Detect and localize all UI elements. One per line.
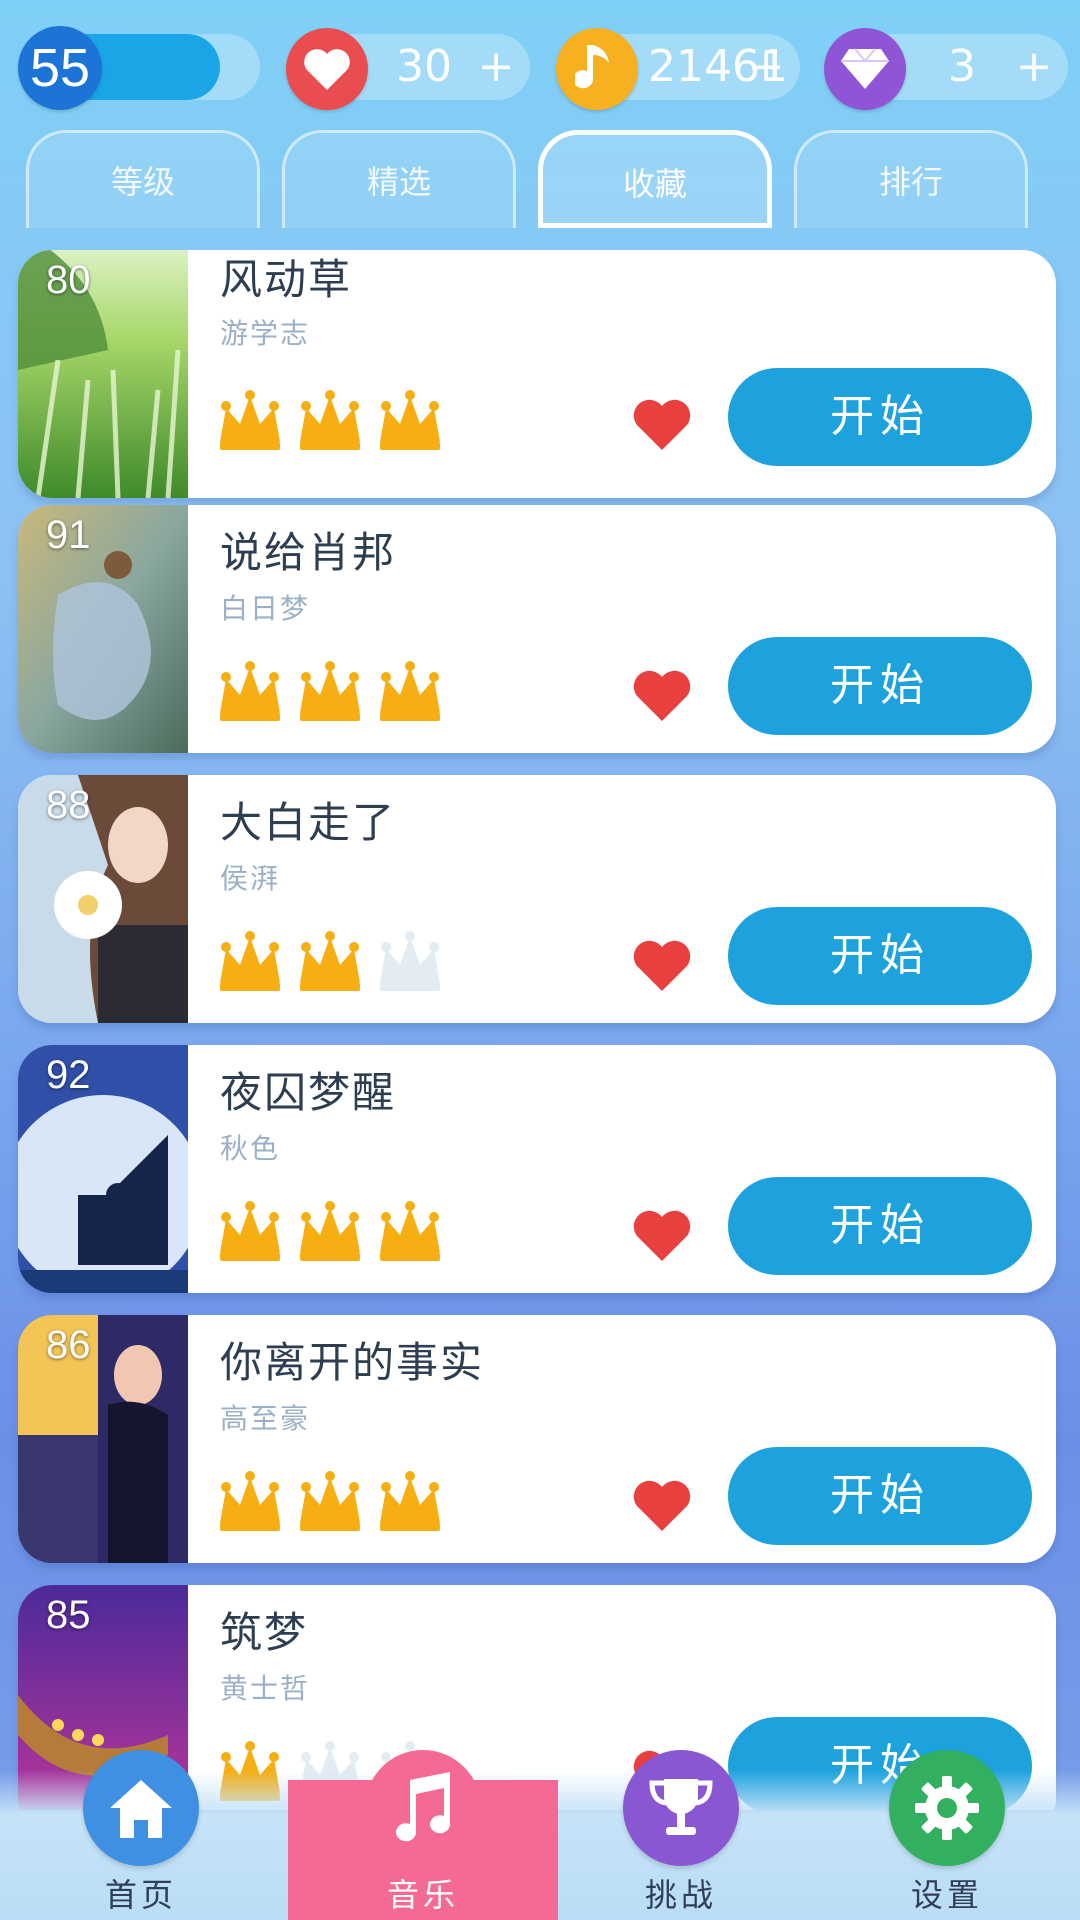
tab-level[interactable]: 等级 (26, 130, 260, 228)
song-number: 80 (46, 258, 91, 302)
crown-filled-icon (296, 661, 364, 723)
song-cover: 92 (18, 1045, 203, 1293)
heart-icon (286, 28, 368, 110)
favorite-heart-icon[interactable] (632, 669, 692, 723)
diamond-icon (824, 28, 906, 110)
song-artist: 秋色 (220, 1132, 281, 1165)
music-note-icon (556, 28, 638, 110)
start-button[interactable]: 开始 (728, 1447, 1032, 1545)
gems-pill: 3 + (824, 28, 1068, 110)
song-artist: 高至豪 (220, 1402, 311, 1435)
song-number: 88 (46, 783, 91, 827)
crown-filled-icon (216, 1201, 284, 1263)
crown-filled-icon (376, 390, 444, 452)
song-number: 92 (46, 1053, 91, 1097)
song-number: 85 (46, 1593, 91, 1637)
start-button[interactable]: 开始 (728, 1177, 1032, 1275)
nav-home-label: 首页 (104, 1876, 177, 1914)
crown-filled-icon (216, 661, 284, 723)
notes-value: 21461 (648, 41, 788, 92)
hearts-value: 30 (396, 41, 452, 92)
song-cover: 88 (18, 775, 188, 1023)
nav-home[interactable]: 首页 (26, 1750, 256, 1920)
song-number: 91 (46, 513, 91, 557)
crown-filled-icon (376, 661, 444, 723)
favorite-heart-icon[interactable] (632, 939, 692, 993)
start-button[interactable]: 开始 (728, 907, 1032, 1005)
add-hearts-button[interactable]: + (476, 34, 516, 100)
crown-filled-icon (376, 1201, 444, 1263)
category-tabs: 等级 精选 收藏 排行 (26, 130, 1056, 230)
song-card: 80 风动草 游学志 开始 (18, 250, 1056, 498)
nav-challenge[interactable]: 挑战 (566, 1750, 796, 1920)
start-button[interactable]: 开始 (728, 368, 1032, 466)
crown-filled-icon (216, 931, 284, 993)
gear-icon (889, 1750, 1005, 1866)
song-title: 夜囚梦醒 (220, 1068, 397, 1117)
level-value: 55 (29, 38, 91, 98)
crown-filled-icon (216, 390, 284, 452)
nav-settings[interactable]: 设置 (832, 1750, 1062, 1920)
add-notes-button[interactable]: + (746, 34, 786, 100)
crown-filled-icon (296, 1201, 364, 1263)
level-badge: 55 (18, 26, 102, 110)
favorite-heart-icon[interactable] (632, 398, 692, 452)
crown-empty-icon (376, 931, 444, 993)
trophy-icon (623, 1750, 739, 1866)
song-artist: 黄士哲 (220, 1672, 311, 1705)
nav-settings-label: 设置 (910, 1876, 983, 1914)
song-artist: 白日梦 (220, 592, 311, 625)
music-note-icon (365, 1750, 481, 1866)
nav-challenge-label: 挑战 (644, 1876, 717, 1914)
bottom-nav: 首页 音乐 挑战 设置 (0, 1750, 1080, 1920)
song-title: 大白走了 (220, 798, 397, 847)
app-screen: 55 30 + 21461 + 3 + 等级 精选 收藏 排行 80 风动草 游… (0, 0, 1080, 1920)
song-card: 92 夜囚梦醒 秋色 开始 (18, 1045, 1056, 1293)
song-card: 88 大白走了 侯湃 开始 (18, 775, 1056, 1023)
song-artist: 游学志 (220, 317, 311, 350)
song-cover: 80 (18, 250, 188, 498)
notes-pill: 21461 + (556, 28, 800, 110)
song-card: 91 说给肖邦 白日梦 开始 (18, 505, 1056, 753)
favorite-heart-icon[interactable] (632, 1479, 692, 1533)
tab-ranking[interactable]: 排行 (794, 130, 1028, 228)
gems-value: 3 (948, 41, 976, 92)
tab-featured[interactable]: 精选 (282, 130, 516, 228)
add-gems-button[interactable]: + (1014, 34, 1054, 100)
crown-filled-icon (296, 931, 364, 993)
top-status-bar: 55 30 + 21461 + 3 + (0, 26, 1080, 110)
level-pill: 55 (18, 26, 260, 110)
nav-music[interactable]: 音乐 (288, 1750, 558, 1920)
nav-music-label: 音乐 (386, 1876, 459, 1914)
song-artist: 侯湃 (220, 862, 281, 895)
song-card: 86 你离开的事实 高至豪 开始 (18, 1315, 1056, 1563)
crown-filled-icon (296, 1471, 364, 1533)
song-title: 风动草 (220, 255, 353, 304)
song-title: 筑梦 (220, 1608, 309, 1657)
start-button[interactable]: 开始 (728, 637, 1032, 735)
hearts-pill: 30 + (286, 28, 530, 110)
song-title: 说给肖邦 (220, 528, 397, 577)
crown-filled-icon (296, 390, 364, 452)
favorite-heart-icon[interactable] (632, 1209, 692, 1263)
crown-filled-icon (376, 1471, 444, 1533)
song-cover: 86 (18, 1315, 188, 1563)
home-icon (83, 1750, 199, 1866)
song-list[interactable]: 80 风动草 游学志 开始 91 说给肖邦 白日梦 开始 88 大白走了 侯湃 … (0, 250, 1080, 1810)
song-title: 你离开的事实 (220, 1338, 485, 1387)
crown-filled-icon (216, 1471, 284, 1533)
song-cover: 91 (18, 505, 188, 753)
tab-favorites[interactable]: 收藏 (538, 130, 772, 228)
song-number: 86 (46, 1323, 91, 1367)
